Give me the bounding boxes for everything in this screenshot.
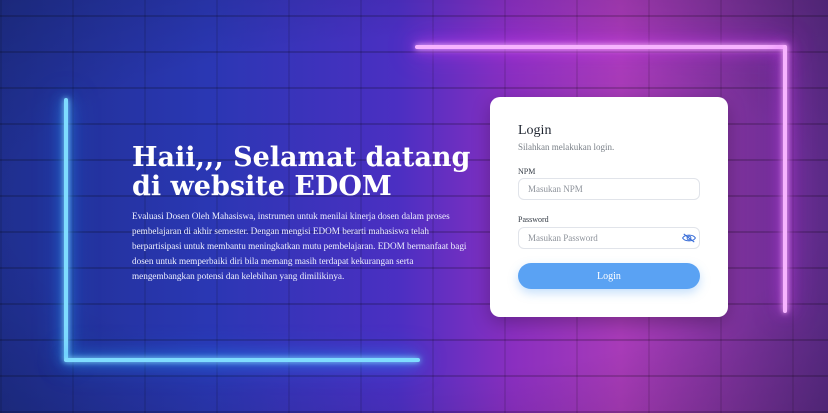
eye-slash-icon[interactable] (682, 233, 696, 243)
neon-blue-frame-horizontal (64, 358, 420, 362)
neon-pink-frame-horizontal (415, 45, 787, 49)
npm-label: NPM (518, 167, 536, 176)
password-label: Password (518, 215, 549, 224)
login-button[interactable]: Login (518, 263, 700, 289)
hero-section: Haii,,, Selamat datang di website EDOM E… (132, 143, 472, 284)
hero-title: Haii,,, Selamat datang di website EDOM (132, 142, 471, 202)
login-subtitle: Silahkan melakukan login. (518, 142, 615, 152)
login-card: Login Silahkan melakukan login. NPM Pass… (490, 97, 728, 317)
hero-description: Evaluasi Dosen Oleh Mahasiswa, instrumen… (132, 211, 467, 281)
neon-blue-frame-vertical (64, 98, 68, 360)
neon-pink-frame-vertical (783, 45, 787, 313)
password-input[interactable] (518, 227, 700, 249)
login-title: Login (518, 123, 552, 138)
npm-input[interactable] (518, 178, 700, 200)
